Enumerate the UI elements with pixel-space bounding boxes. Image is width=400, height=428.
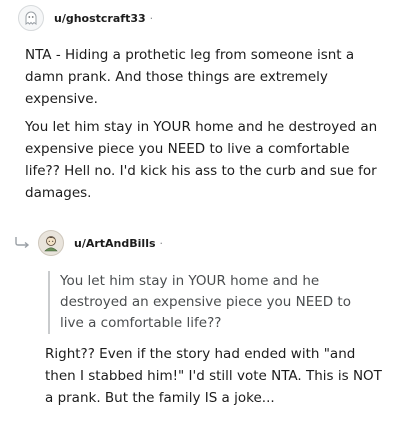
comment: u/ghostcraft33 · NTA - Hiding a protheti… [0, 4, 400, 210]
comment-paragraph: Right?? Even if the story had ended with… [45, 346, 382, 406]
comment-body: NTA - Hiding a prothetic leg from someon… [0, 44, 400, 204]
ghost-avatar-icon[interactable] [18, 5, 44, 31]
comment-header: u/ArtAndBills · [0, 229, 400, 257]
meta-separator: · [159, 236, 164, 250]
reply-comment: u/ArtAndBills · You let him stay in YOUR… [0, 229, 400, 409]
reply-arrow-icon [14, 235, 34, 251]
comment-paragraph: NTA - Hiding a prothetic leg from someon… [25, 47, 355, 107]
comment-header: u/ghostcraft33 · [0, 4, 400, 32]
meta-separator: · [149, 11, 154, 25]
username-link[interactable]: u/ArtAndBills [74, 237, 156, 250]
artist-avatar-icon[interactable] [38, 230, 64, 256]
blockquote: You let him stay in YOUR home and he des… [48, 271, 372, 334]
username-link[interactable]: u/ghostcraft33 [54, 12, 146, 25]
comment-paragraph: You let him stay in YOUR home and he des… [25, 119, 378, 201]
